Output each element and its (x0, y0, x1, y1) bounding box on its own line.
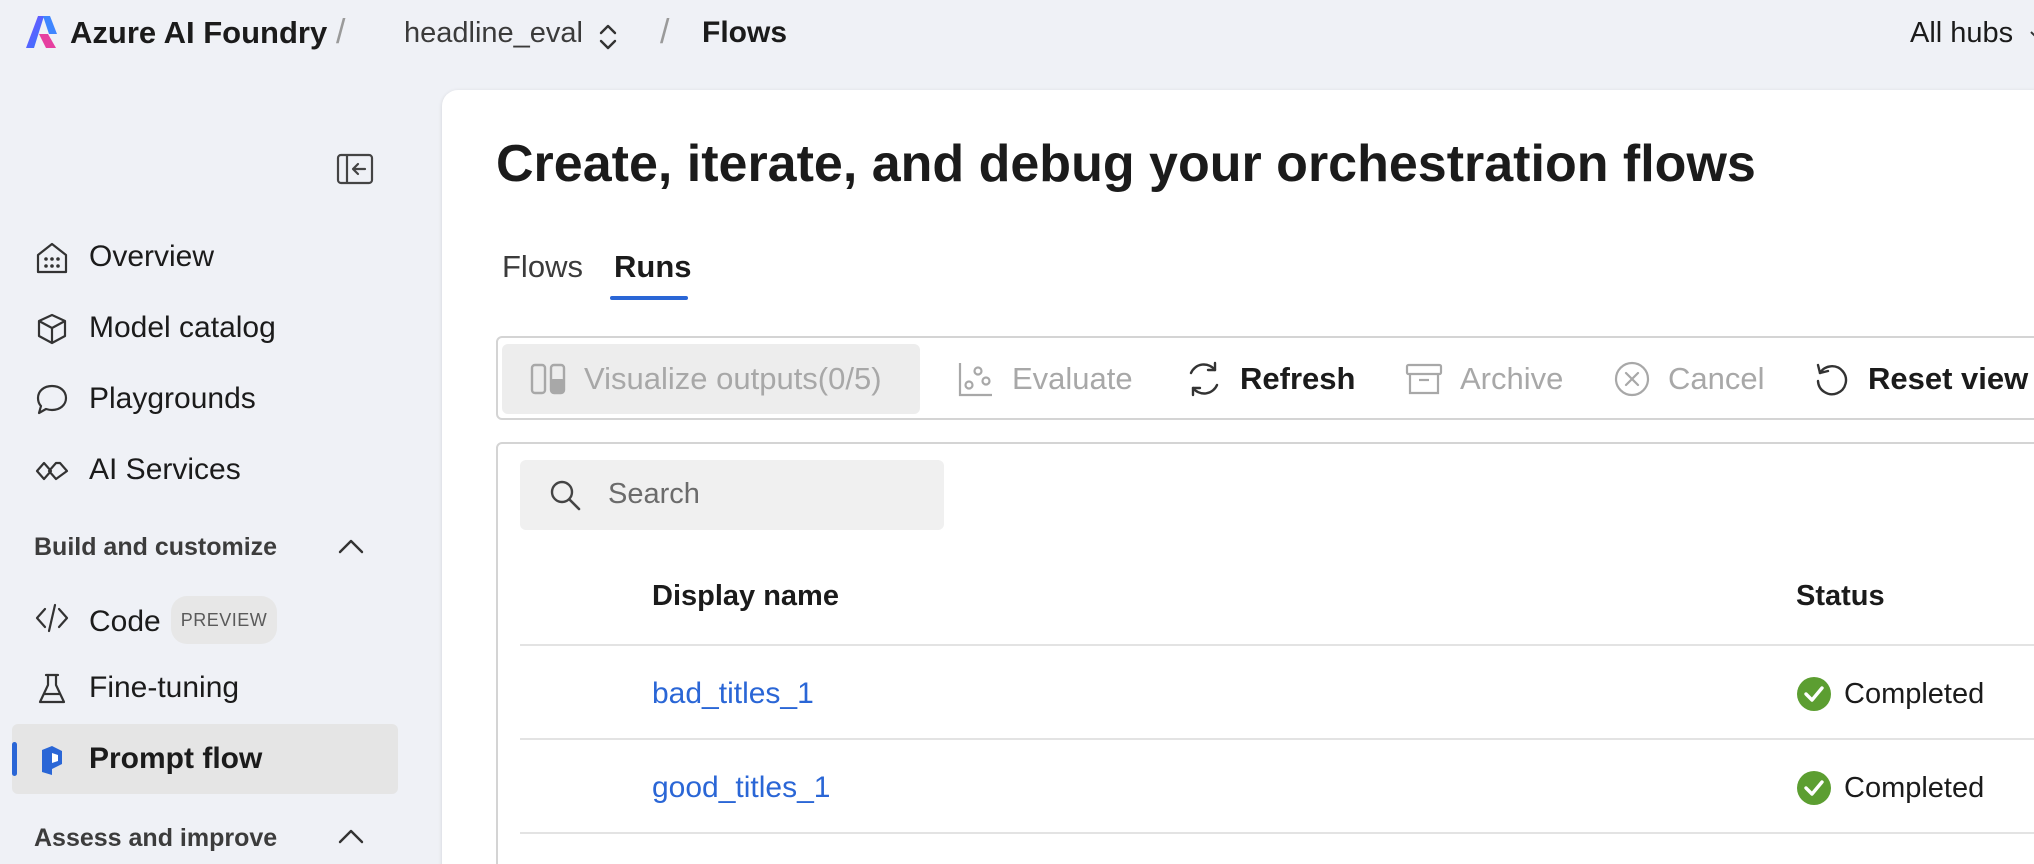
reset-view-label: Reset view (1868, 361, 2029, 396)
section-heading-assess[interactable]: Assess and improve (34, 822, 277, 854)
archive-label: Archive (1460, 361, 1564, 396)
home-grid-icon (36, 242, 68, 274)
cancel-icon (1614, 361, 1650, 397)
visualize-outputs-button[interactable]: Visualize outputs(0/5) (502, 344, 920, 414)
search-input[interactable] (608, 474, 928, 514)
archive-icon (1405, 363, 1443, 395)
sidebar-item-label: Prompt flow (89, 742, 263, 775)
refresh-label: Refresh (1240, 361, 1356, 396)
cancel-button[interactable]: Cancel (1612, 344, 1765, 414)
visualize-icon (530, 363, 566, 395)
status-label: Completed (1844, 772, 1985, 804)
sidebar-item-fine-tuning[interactable]: Fine-tuning (12, 653, 398, 723)
sidebar-item-label: Playgrounds (89, 382, 256, 415)
runs-table: Display name Status bad_titles_1 Complet… (496, 442, 2034, 864)
brand-name[interactable]: Azure AI Foundry (70, 14, 327, 52)
run-name-link[interactable]: bad_titles_1 (652, 676, 814, 712)
preview-badge: PREVIEW (170, 596, 278, 644)
tab-runs[interactable]: Runs (614, 248, 692, 286)
reset-icon (1816, 363, 1848, 396)
archive-button[interactable]: Archive (1404, 344, 1563, 414)
hubs-label: All hubs (1910, 17, 2014, 49)
code-icon (35, 603, 69, 633)
search-icon (550, 480, 581, 511)
chevron-up-icon[interactable] (336, 536, 366, 556)
sidebar-item-model-catalog[interactable]: Model catalog (12, 293, 398, 363)
sidebar-item-code[interactable]: Code PREVIEW (12, 582, 398, 652)
hubs-selector[interactable]: All hubs (1910, 14, 2034, 52)
row-divider (520, 832, 2034, 834)
breadcrumb-current: Flows (702, 16, 788, 49)
chevron-up-down-icon[interactable] (596, 22, 620, 52)
run-name-link[interactable]: good_titles_1 (652, 770, 830, 806)
cancel-label: Cancel (1668, 361, 1765, 396)
sidebar-item-playgrounds[interactable]: Playgrounds (12, 364, 398, 434)
sidebar-item-label: Code PREVIEW (89, 596, 278, 647)
cube-icon (37, 313, 67, 345)
sidebar-item-prompt-flow[interactable]: Prompt flow (12, 724, 398, 794)
breadcrumb-project[interactable]: headline_eval (404, 14, 583, 52)
reset-view-button[interactable]: Reset view (1812, 344, 2028, 414)
search-box[interactable] (520, 460, 944, 530)
check-circle-icon (1797, 677, 1831, 711)
refresh-icon (1189, 361, 1219, 397)
section-heading-build[interactable]: Build and customize (34, 531, 277, 563)
status-label: Completed (1844, 678, 1985, 710)
collapse-sidebar-icon[interactable] (336, 152, 374, 186)
active-indicator (12, 742, 17, 776)
page-title: Create, iterate, and debug your orchestr… (496, 135, 1756, 193)
visualize-outputs-label: Visualize outputs(0/5) (584, 361, 882, 396)
azure-ai-foundry-logo[interactable] (24, 14, 58, 50)
flask-icon (38, 673, 66, 704)
tab-selected-indicator (610, 296, 688, 300)
top-bar: Azure AI Foundry / headline_eval / Flows… (0, 0, 2034, 68)
evaluate-icon (958, 363, 992, 397)
column-header-display-name[interactable]: Display name (652, 578, 839, 614)
link-icon (35, 461, 69, 481)
row-divider (520, 644, 2034, 646)
sidebar-item-ai-services[interactable]: AI Services (12, 435, 398, 505)
run-status: Completed (1796, 676, 1984, 712)
evaluate-label: Evaluate (1012, 361, 1133, 396)
run-status: Completed (1796, 770, 1984, 806)
sidebar-item-label: Fine-tuning (89, 671, 240, 704)
sidebar-item-label: AI Services (89, 453, 241, 486)
prompt-flow-icon (42, 746, 62, 775)
breadcrumb-separator: / (660, 13, 670, 51)
row-divider (520, 738, 2034, 740)
column-header-status[interactable]: Status (1796, 578, 1885, 614)
chat-bubbles-icon (36, 384, 68, 415)
code-label: Code (89, 604, 161, 638)
sidebar-item-label: Model catalog (89, 311, 276, 344)
runs-toolbar: Visualize outputs(0/5) Evaluate Refresh … (496, 336, 2034, 420)
chevron-down-icon (2030, 31, 2034, 37)
sidebar-item-label: Overview (89, 240, 215, 273)
tab-flows[interactable]: Flows (502, 248, 583, 286)
sidebar-item-overview[interactable]: Overview (12, 222, 398, 292)
evaluate-button[interactable]: Evaluate (956, 344, 1133, 414)
breadcrumb-separator: / (336, 13, 346, 51)
check-circle-icon (1797, 771, 1831, 805)
refresh-button[interactable]: Refresh (1184, 344, 1355, 414)
chevron-up-icon[interactable] (336, 826, 366, 846)
